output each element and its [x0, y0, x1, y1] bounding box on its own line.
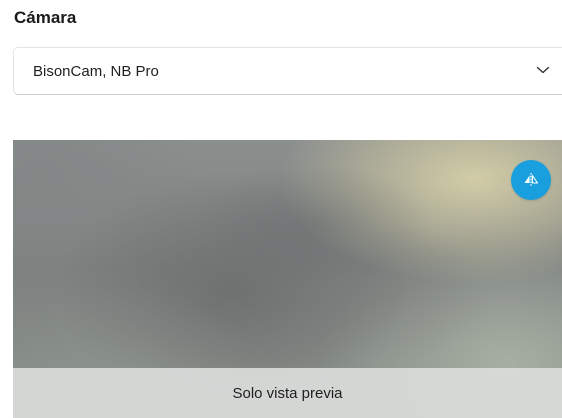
- camera-select-value: BisonCam, NB Pro: [33, 62, 159, 80]
- flip-camera-button[interactable]: [511, 160, 551, 200]
- camera-section-title: Cámara: [14, 8, 77, 27]
- flip-icon: [524, 173, 539, 187]
- preview-status-text: Solo vista previa: [232, 384, 343, 402]
- camera-select-dropdown[interactable]: BisonCam, NB Pro: [13, 47, 562, 95]
- camera-preview: Solo vista previa: [13, 140, 562, 418]
- chevron-down-icon: [536, 66, 550, 74]
- camera-settings-panel: Cámara BisonCam, NB Pro Solo vista previ…: [0, 0, 562, 418]
- preview-status-bar: Solo vista previa: [13, 368, 562, 418]
